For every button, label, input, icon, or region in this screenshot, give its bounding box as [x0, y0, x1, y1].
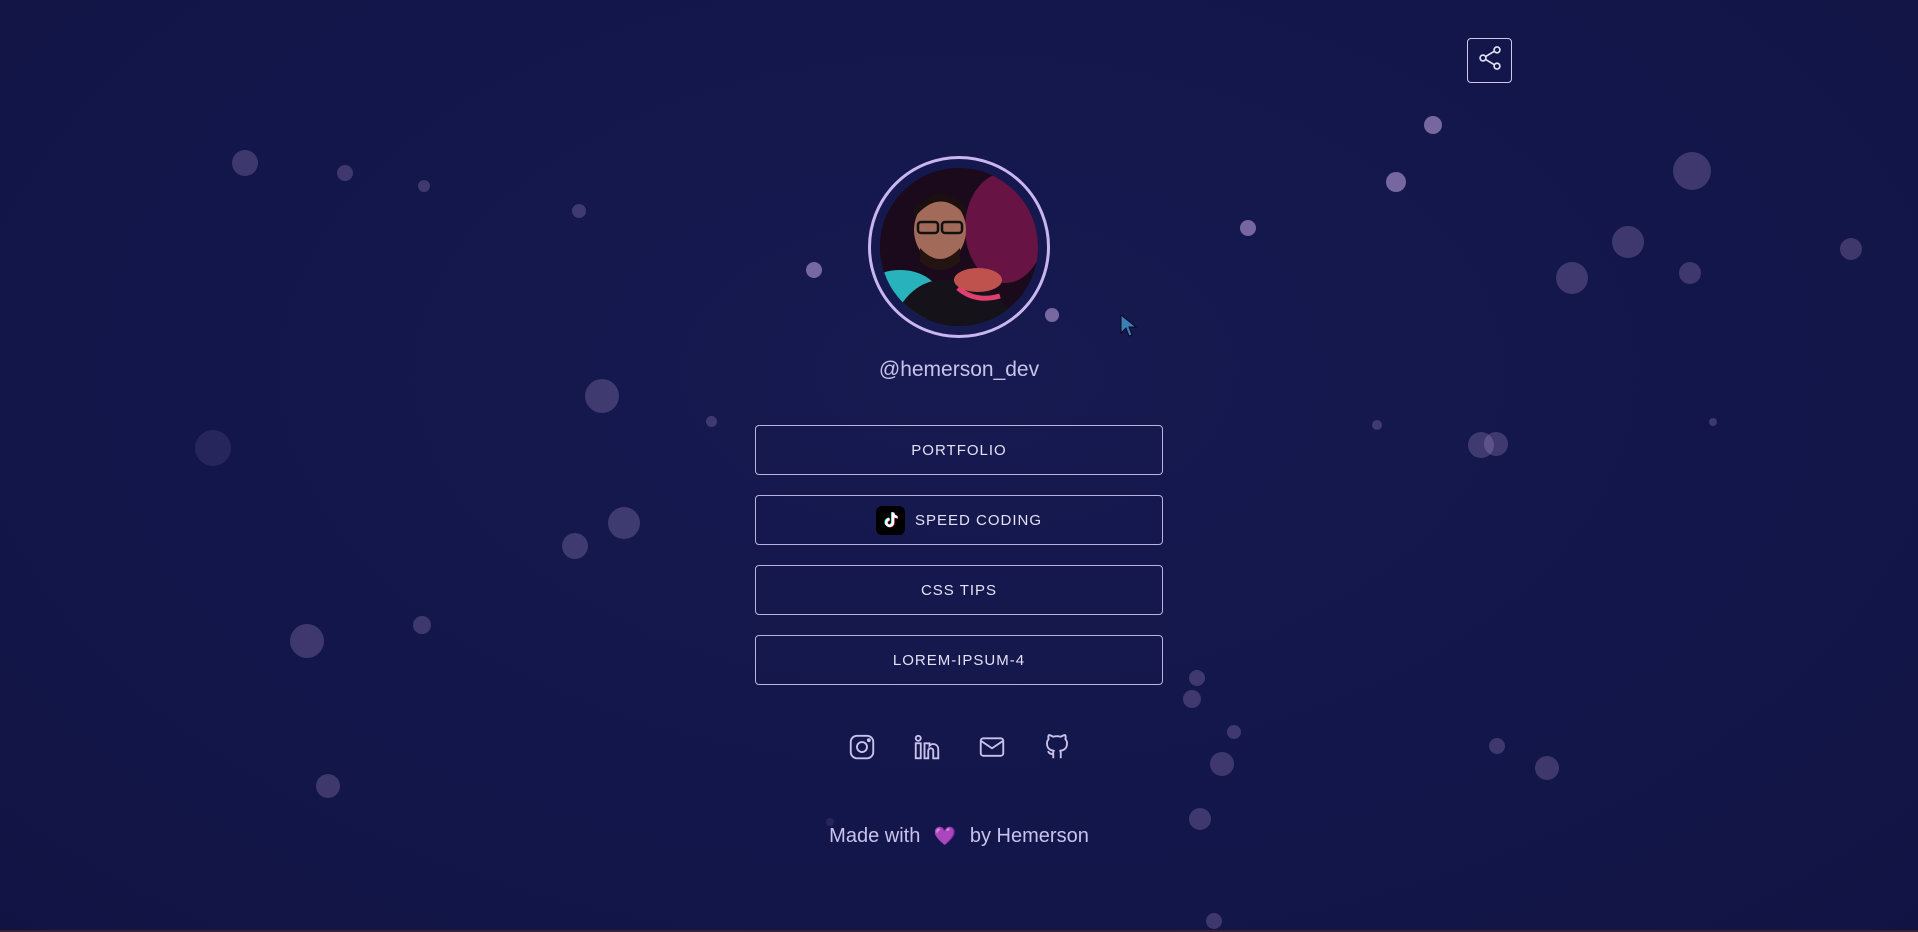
linkedin-icon: [912, 732, 942, 767]
footer-suffix: by Hemerson: [969, 825, 1089, 847]
share-button[interactable]: [1467, 38, 1512, 83]
link-lorem-ipsum-4-button[interactable]: LOREM-IPSUM-4: [755, 635, 1163, 685]
instagram-link[interactable]: [847, 733, 877, 765]
tiktok-icon: [875, 505, 905, 535]
link-list: PORTFOLIO SPEED CODING CSS TIPS LOREM-IP…: [755, 425, 1163, 705]
link-css-tips-button[interactable]: CSS TIPS: [755, 565, 1163, 615]
link-label: LOREM-IPSUM-4: [892, 651, 1026, 669]
mail-icon: [977, 732, 1007, 767]
social-links: [0, 733, 1918, 765]
avatar-frame: [868, 156, 1050, 338]
link-portfolio-button[interactable]: PORTFOLIO: [755, 425, 1163, 475]
link-label: CSS TIPS: [920, 581, 998, 599]
footer-prefix: Made with: [829, 825, 921, 847]
github-link[interactable]: [1042, 733, 1072, 765]
heart-icon: 💜: [933, 826, 957, 846]
linkedin-link[interactable]: [912, 733, 942, 765]
share-icon: [1476, 44, 1504, 77]
github-icon: [1042, 732, 1072, 767]
footer-credit: Made with 💜 by Hemerson: [0, 825, 1918, 848]
mouse-cursor-icon: [1120, 313, 1138, 338]
instagram-icon: [847, 732, 877, 767]
link-speed-coding-button[interactable]: SPEED CODING: [755, 495, 1163, 545]
avatar: [880, 168, 1038, 326]
email-link[interactable]: [977, 733, 1007, 765]
profile-handle: @hemerson_dev: [878, 358, 1040, 381]
link-label: PORTFOLIO: [911, 441, 1007, 459]
link-tree-page: @hemerson_dev PORTFOLIO SPEED CODING CSS…: [0, 0, 1918, 932]
link-label: SPEED CODING: [914, 511, 1043, 529]
